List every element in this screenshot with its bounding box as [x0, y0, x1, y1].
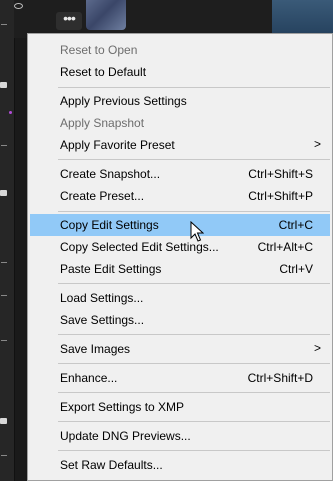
- menu-item-label: Enhance...: [60, 371, 118, 385]
- menu-item-label: Apply Favorite Preset: [60, 138, 175, 152]
- menu-item-apply-snapshot[interactable]: Apply Snapshot: [30, 112, 330, 134]
- slider-knob[interactable]: [0, 418, 7, 424]
- menu-separator: [58, 211, 330, 212]
- menu-item-paste-edit-settings[interactable]: Paste Edit Settings Ctrl+V: [30, 258, 330, 280]
- slider-knob[interactable]: [0, 190, 7, 196]
- menu-separator: [58, 334, 330, 335]
- menu-item-shortcut: Ctrl+Alt+C: [257, 240, 313, 254]
- menu-item-shortcut: Ctrl+V: [279, 262, 313, 276]
- menu-item-label: Load Settings...: [60, 291, 144, 305]
- menu-item-save-settings[interactable]: Save Settings...: [30, 309, 330, 331]
- strip-tick: [1, 262, 7, 263]
- menu-item-label: Save Settings...: [60, 313, 145, 327]
- menu-item-label: Copy Edit Settings: [60, 218, 159, 232]
- menu-item-label: Paste Edit Settings: [60, 262, 162, 276]
- photo-thumbnail[interactable]: [86, 0, 126, 30]
- slider-knob[interactable]: [0, 82, 7, 88]
- chevron-right-icon: >: [313, 341, 321, 355]
- menu-separator: [58, 159, 330, 160]
- menu-item-copy-selected-edit-settings[interactable]: Copy Selected Edit Settings... Ctrl+Alt+…: [30, 236, 330, 258]
- menu-item-label: Apply Snapshot: [60, 116, 145, 130]
- context-menu: Reset to Open Reset to Default Apply Pre…: [27, 33, 333, 481]
- menu-item-label: Update DNG Previews...: [60, 429, 191, 443]
- color-marker: [9, 111, 12, 114]
- menu-separator: [58, 363, 330, 364]
- menu-item-set-raw-defaults[interactable]: Set Raw Defaults...: [30, 454, 330, 476]
- menu-item-label: Reset to Open: [60, 43, 138, 57]
- strip-tick: [1, 455, 7, 456]
- left-panel-strip: [0, 0, 15, 481]
- menu-item-apply-favorite-preset[interactable]: Apply Favorite Preset >: [30, 134, 330, 156]
- more-options-button[interactable]: •••: [56, 10, 82, 30]
- more-icon: •••: [63, 10, 76, 26]
- strip-tick: [1, 340, 7, 341]
- menu-separator: [58, 421, 330, 422]
- menu-separator: [58, 283, 330, 284]
- menu-item-enhance[interactable]: Enhance... Ctrl+Shift+D: [30, 367, 330, 389]
- mouse-pointer-icon: [190, 221, 204, 242]
- menu-item-label: Export Settings to XMP: [60, 400, 185, 414]
- strip-tick: [1, 24, 7, 25]
- menu-item-label: Save Images: [60, 342, 131, 356]
- strip-tick: [1, 145, 7, 146]
- menu-item-shortcut: Ctrl+C: [278, 218, 313, 232]
- menu-item-load-settings[interactable]: Load Settings...: [30, 287, 330, 309]
- menu-item-label: Reset to Default: [60, 65, 147, 79]
- menu-item-create-preset[interactable]: Create Preset... Ctrl+Shift+P: [30, 185, 330, 207]
- menu-separator: [58, 392, 330, 393]
- menu-item-label: Create Snapshot...: [60, 167, 161, 181]
- menu-item-reset-to-default[interactable]: Reset to Default: [30, 61, 330, 83]
- chevron-right-icon: >: [313, 137, 321, 151]
- menu-item-label: Set Raw Defaults...: [60, 458, 163, 472]
- menu-item-shortcut: Ctrl+Shift+P: [248, 189, 313, 203]
- menu-item-label: Apply Previous Settings: [60, 94, 187, 108]
- menu-separator: [58, 450, 330, 451]
- menu-separator: [58, 87, 330, 88]
- menu-item-shortcut: Ctrl+Shift+S: [248, 167, 313, 181]
- menu-item-update-dng-previews[interactable]: Update DNG Previews...: [30, 425, 330, 447]
- menu-item-label: Create Preset...: [60, 189, 145, 203]
- menu-item-shortcut: Ctrl+Shift+D: [247, 371, 313, 385]
- menu-item-reset-to-open[interactable]: Reset to Open: [30, 39, 330, 61]
- menu-item-save-images[interactable]: Save Images >: [30, 338, 330, 360]
- menu-item-export-settings-to-xmp[interactable]: Export Settings to XMP: [30, 396, 330, 418]
- menu-item-create-snapshot[interactable]: Create Snapshot... Ctrl+Shift+S: [30, 163, 330, 185]
- strip-tick: [1, 295, 7, 296]
- eye-icon[interactable]: [14, 3, 23, 9]
- menu-item-apply-previous-settings[interactable]: Apply Previous Settings: [30, 90, 330, 112]
- menu-item-copy-edit-settings[interactable]: Copy Edit Settings Ctrl+C: [30, 214, 330, 236]
